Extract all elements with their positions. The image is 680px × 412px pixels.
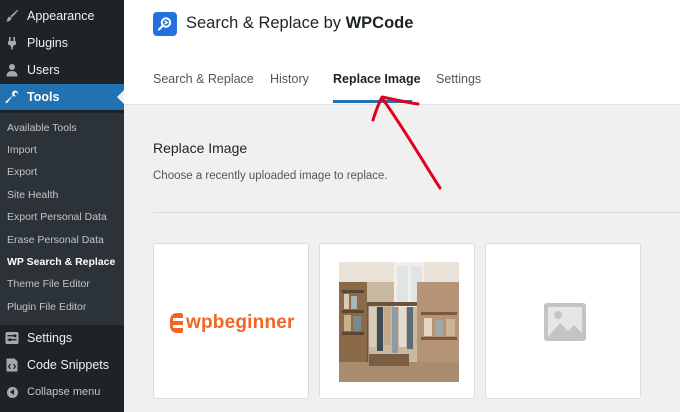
tab-replace-image[interactable]: Replace Image bbox=[333, 72, 421, 86]
menu-item-label: Users bbox=[27, 63, 60, 77]
menu-item-code-snippets[interactable]: Code Snippets bbox=[0, 352, 124, 378]
plugin-title-prefix: Search & Replace by bbox=[186, 14, 346, 32]
image-card-placeholder[interactable] bbox=[485, 243, 641, 399]
menu-item-label: Code Snippets bbox=[27, 358, 110, 372]
tab-history[interactable]: History bbox=[270, 72, 309, 86]
submenu-item-theme-file-editor[interactable]: Theme File Editor bbox=[7, 278, 90, 290]
tab-search-replace[interactable]: Search & Replace bbox=[153, 72, 254, 86]
menu-item-label: Appearance bbox=[27, 9, 95, 23]
submenu-item-plugin-file-editor[interactable]: Plugin File Editor bbox=[7, 301, 86, 313]
image-card-store-photo[interactable] bbox=[319, 243, 475, 399]
plug-icon bbox=[5, 36, 19, 50]
image-placeholder-icon bbox=[542, 299, 588, 345]
plugin-title: Search & Replace by WPCode bbox=[186, 14, 413, 33]
wrench-icon bbox=[5, 90, 19, 104]
menu-item-users[interactable]: Users bbox=[0, 57, 124, 83]
settings-icon bbox=[5, 331, 19, 345]
menu-item-plugins[interactable]: Plugins bbox=[0, 30, 124, 56]
admin-sidebar: Appearance Plugins Users Tools Available… bbox=[0, 0, 124, 412]
submenu-item-erase-personal-data[interactable]: Erase Personal Data bbox=[7, 234, 104, 246]
submenu-item-available-tools[interactable]: Available Tools bbox=[7, 122, 77, 134]
section-description: Choose a recently uploaded image to repl… bbox=[153, 170, 388, 182]
wpbeginner-logo: wpbeginner bbox=[170, 312, 306, 334]
collapse-icon bbox=[5, 385, 19, 399]
wpbeginner-logo-text: wpbeginner bbox=[186, 312, 295, 333]
tools-submenu: Available Tools Import Export Site Healt… bbox=[0, 113, 124, 325]
search-replace-logo-icon bbox=[153, 12, 177, 36]
divider bbox=[153, 212, 680, 213]
menu-item-label: Tools bbox=[27, 90, 60, 104]
submenu-item-wp-search-replace[interactable]: WP Search & Replace bbox=[7, 256, 115, 268]
menu-item-appearance[interactable]: Appearance bbox=[0, 3, 124, 29]
submenu-item-export-personal-data[interactable]: Export Personal Data bbox=[7, 211, 107, 223]
plugin-title-brand: WPCode bbox=[345, 14, 414, 32]
tab-settings[interactable]: Settings bbox=[436, 72, 481, 86]
image-card-wpbeginner-logo[interactable]: wpbeginner bbox=[153, 243, 309, 399]
submenu-item-site-health[interactable]: Site Health bbox=[7, 189, 58, 201]
menu-item-tools[interactable]: Tools bbox=[0, 84, 124, 110]
menu-item-label: Plugins bbox=[27, 36, 68, 50]
wpbeginner-logo-mark bbox=[170, 313, 183, 333]
main-content: Search & Replace by WPCode Search & Repl… bbox=[124, 0, 680, 412]
store-photo bbox=[339, 262, 459, 382]
paintbrush-icon bbox=[5, 9, 19, 23]
plugin-header: Search & Replace by WPCode bbox=[124, 0, 680, 58]
tab-bar: Search & Replace History Replace Image S… bbox=[124, 57, 680, 105]
code-icon bbox=[5, 358, 19, 372]
collapse-menu-label: Collapse menu bbox=[27, 386, 101, 398]
collapse-menu-button[interactable]: Collapse menu bbox=[0, 379, 124, 405]
menu-item-settings[interactable]: Settings bbox=[0, 325, 124, 351]
user-icon bbox=[5, 63, 19, 77]
section-title: Replace Image bbox=[153, 140, 248, 156]
submenu-item-export[interactable]: Export bbox=[7, 166, 37, 178]
active-indicator bbox=[117, 90, 124, 104]
submenu-item-import[interactable]: Import bbox=[7, 144, 37, 156]
active-tab-indicator bbox=[333, 100, 412, 103]
menu-item-label: Settings bbox=[27, 331, 73, 345]
